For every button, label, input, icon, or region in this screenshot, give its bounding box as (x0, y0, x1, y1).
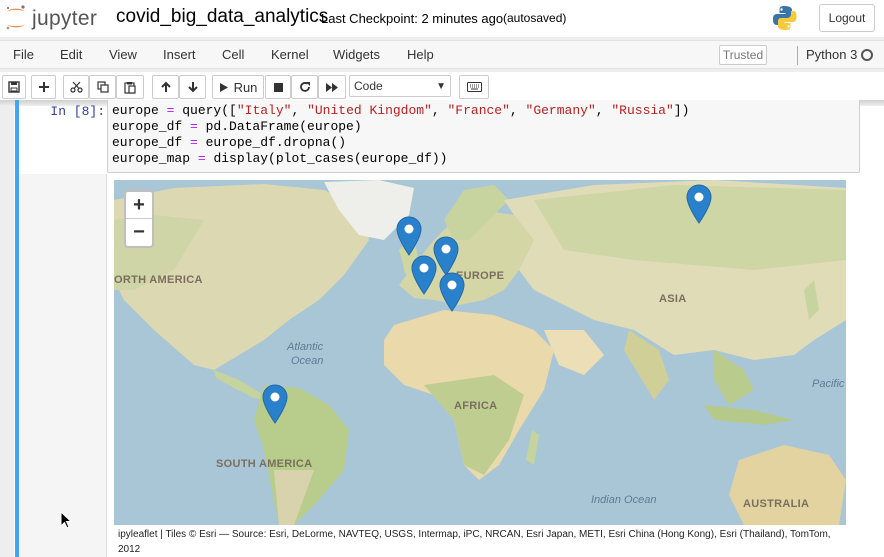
plus-icon (38, 82, 49, 92)
map-pin-icon (411, 255, 437, 295)
map-label-north-america: ORTH AMERICA (114, 274, 203, 286)
fast-forward-icon (326, 82, 338, 92)
run-button[interactable]: Run (212, 75, 264, 99)
map-label-indian-ocean: Indian Ocean (591, 494, 657, 506)
map-marker-russia[interactable] (686, 184, 712, 224)
zoom-out-button[interactable]: − (126, 219, 152, 246)
notebook-container[interactable]: In [8]: europe = query(["Italy", "United… (0, 100, 884, 557)
menu-view[interactable]: View (109, 47, 137, 62)
menubar: File Edit View Insert Cell Kernel Widget… (0, 40, 884, 69)
mouse-cursor-icon (60, 510, 73, 529)
notebook-title[interactable]: covid_big_data_analytics (116, 6, 328, 28)
keyboard-icon (466, 82, 482, 92)
jupyter-logo[interactable]: jupyter (4, 4, 104, 32)
menu-kernel[interactable]: Kernel (271, 47, 309, 62)
map-attribution[interactable]: ipyleaflet | Tiles © Esri — Source: Esri… (118, 527, 848, 557)
checkpoint-status: Last Checkpoint: 2 minutes ago (321, 11, 504, 26)
jupyter-logo-icon (6, 5, 25, 30)
arrow-up-icon (160, 81, 171, 92)
map-label-atlantic: Atlantic (287, 341, 324, 353)
move-up-button[interactable] (152, 75, 179, 99)
insert-cell-button[interactable] (31, 75, 56, 99)
interrupt-button[interactable] (265, 75, 291, 99)
code-line-2: europe_df = pd.DataFrame(europe) (112, 119, 362, 134)
restart-icon (299, 82, 310, 92)
map-pin-icon (262, 384, 288, 424)
arrow-down-icon (187, 82, 198, 93)
python-logo-icon (771, 4, 799, 32)
code-line-3: europe_df = europe_df.dropna() (112, 135, 347, 150)
map-marker-france[interactable] (411, 255, 437, 295)
menu-widgets[interactable]: Widgets (333, 47, 380, 62)
zoom-in-button[interactable]: + (126, 192, 152, 219)
map-label-africa: AFRICA (454, 400, 498, 412)
save-button[interactable] (2, 75, 26, 99)
code-line-1: europe = query(["Italy", "United Kingdom… (112, 103, 690, 118)
paste-icon (124, 81, 136, 94)
restart-button[interactable] (291, 75, 318, 99)
map-marker-united-kingdom[interactable] (396, 216, 422, 256)
kernel-status-icon (861, 49, 873, 61)
input-prompt: In [8]: (50, 104, 105, 119)
chevron-down-icon: ▼ (436, 81, 446, 92)
map-label-asia: ASIA (659, 293, 687, 305)
command-palette-button[interactable] (459, 75, 489, 99)
map-label-pacific: Pacific (812, 378, 845, 390)
kernel-name: Python 3 (806, 47, 858, 62)
code-line-4: europe_map = display(plot_cases(europe_d… (112, 151, 448, 166)
run-icon (219, 82, 228, 92)
paste-button[interactable] (116, 75, 144, 99)
copy-button[interactable] (89, 75, 116, 99)
run-button-label: Run (233, 79, 258, 95)
map-zoom-control: + − (124, 190, 154, 248)
map-marker-french-guiana[interactable] (262, 384, 288, 424)
cell-type-value: Code (354, 79, 383, 93)
trusted-indicator[interactable]: Trusted (719, 45, 767, 65)
restart-run-all-button[interactable] (318, 75, 346, 99)
menu-help[interactable]: Help (407, 47, 434, 62)
map-pin-icon (439, 272, 465, 312)
map-pin-icon (686, 184, 712, 224)
autosave-status: (autosaved) (503, 11, 567, 25)
jupyter-logo-text: jupyter (32, 7, 98, 30)
cut-button[interactable] (63, 75, 89, 99)
scissors-icon (69, 81, 83, 93)
leaflet-map[interactable]: ORTH AMERICA EUROPE ASIA AFRICA SOUTH AM… (114, 180, 846, 525)
logout-button[interactable]: Logout (819, 4, 875, 32)
code-editor[interactable]: europe = query(["Italy", "United Kingdom… (107, 100, 860, 173)
notebook-header: jupyter covid_big_data_analytics Last Ch… (0, 0, 884, 37)
map-label-atlantic-ocean: Ocean (291, 355, 324, 367)
menu-file[interactable]: File (13, 47, 34, 62)
save-icon (8, 81, 20, 93)
map-label-australia: AUSTRALIA (743, 498, 810, 510)
world-map-tiles (114, 180, 846, 525)
stop-icon (273, 82, 283, 92)
output-prompt-area (19, 174, 107, 557)
map-pin-icon (396, 216, 422, 256)
menu-edit[interactable]: Edit (60, 47, 82, 62)
cell-type-select[interactable]: Code ▼ (349, 75, 451, 97)
map-marker-italy[interactable] (439, 272, 465, 312)
copy-icon (96, 81, 109, 93)
menubar-divider (797, 46, 798, 65)
menu-insert[interactable]: Insert (163, 47, 196, 62)
move-down-button[interactable] (179, 75, 206, 99)
menu-cell[interactable]: Cell (222, 47, 244, 62)
map-label-south-america: SOUTH AMERICA (216, 458, 313, 470)
